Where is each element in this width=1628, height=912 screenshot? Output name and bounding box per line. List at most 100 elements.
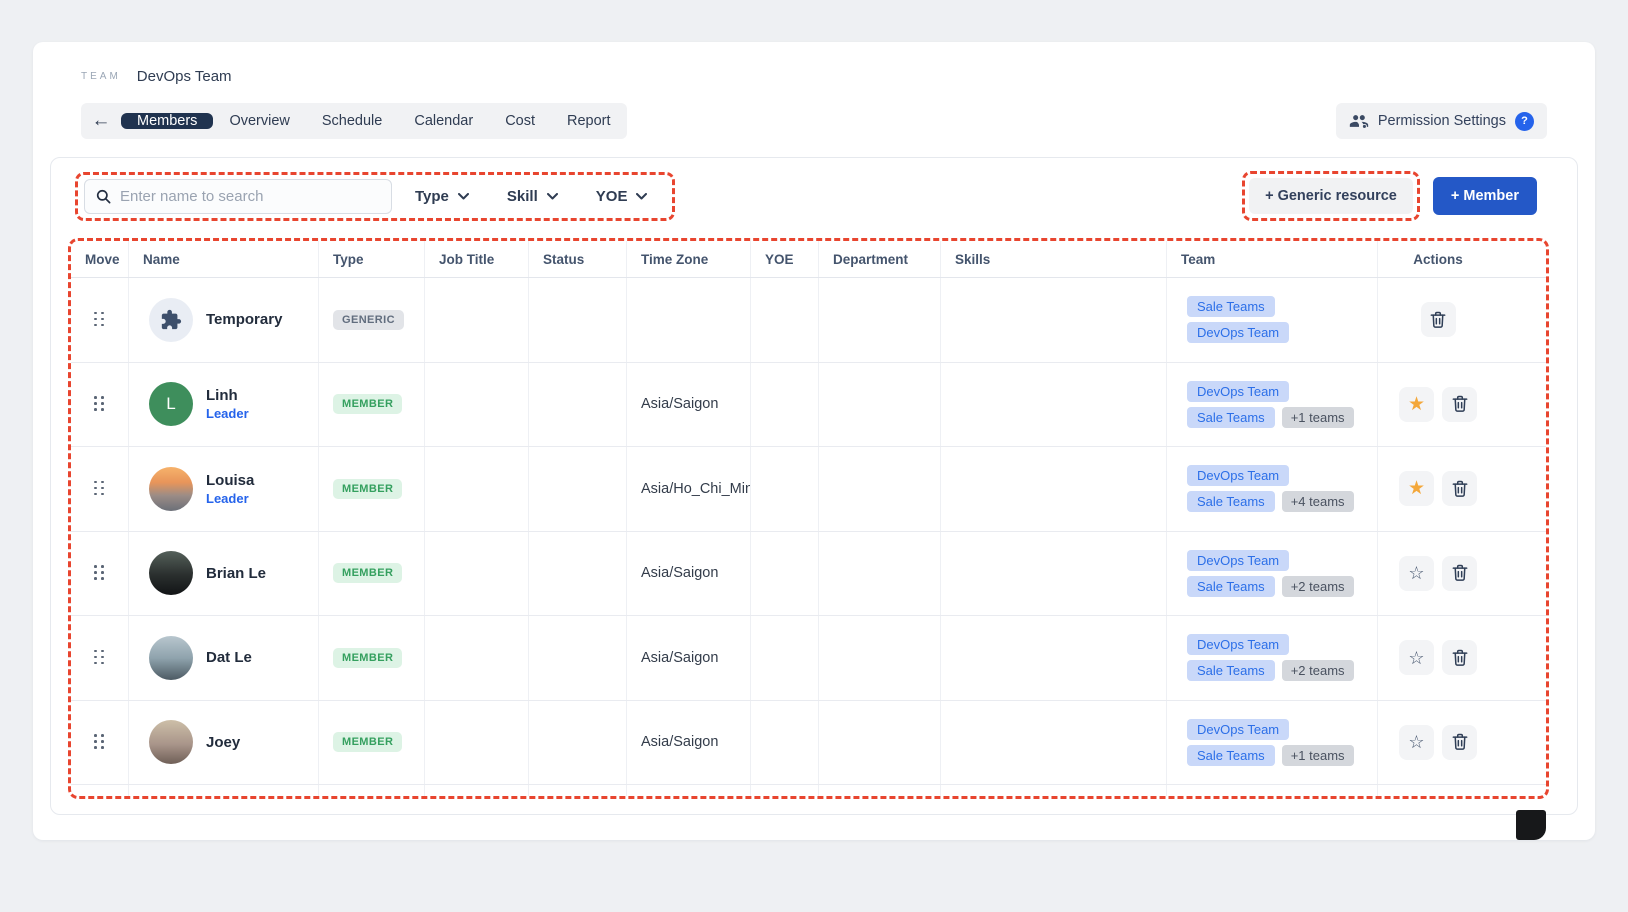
job-title-cell bbox=[425, 278, 529, 362]
team-tag[interactable]: Sale Teams bbox=[1187, 491, 1275, 512]
more-teams-tag[interactable]: +2 teams bbox=[1282, 576, 1354, 597]
column-header-name: Name bbox=[129, 241, 319, 277]
department-cell bbox=[819, 616, 941, 700]
drag-handle-icon[interactable] bbox=[94, 734, 105, 750]
drag-handle-icon[interactable] bbox=[94, 565, 105, 581]
actions-cell: ☆ bbox=[1378, 532, 1498, 616]
tab-calendar[interactable]: Calendar bbox=[398, 113, 489, 129]
team-tag[interactable]: DevOps Team bbox=[1187, 634, 1289, 655]
yoe-cell bbox=[751, 701, 819, 785]
page-title: DevOps Team bbox=[137, 68, 232, 85]
delete-button[interactable] bbox=[1442, 725, 1477, 760]
delete-button[interactable] bbox=[1442, 640, 1477, 675]
column-header-yoe: YOE bbox=[751, 241, 819, 277]
team-tag[interactable]: Sale Teams bbox=[1187, 576, 1275, 597]
skills-cell bbox=[941, 278, 1167, 362]
drag-handle-icon[interactable] bbox=[94, 396, 105, 412]
star-outline-button[interactable]: ☆ bbox=[1399, 725, 1434, 760]
name-stack: Brian Le bbox=[206, 565, 266, 582]
tab-report[interactable]: Report bbox=[551, 113, 627, 129]
delete-button[interactable] bbox=[1442, 387, 1477, 422]
skills-cell bbox=[941, 532, 1167, 616]
team-tag[interactable]: DevOps Team bbox=[1187, 381, 1289, 402]
search-input[interactable] bbox=[120, 188, 381, 205]
puzzle-avatar-icon bbox=[149, 298, 193, 342]
tab-cost[interactable]: Cost bbox=[489, 113, 551, 129]
move-cell bbox=[71, 532, 129, 616]
team-tag[interactable]: DevOps Team bbox=[1187, 322, 1289, 343]
drag-handle-icon[interactable] bbox=[94, 312, 105, 328]
actions-cell: ☆ bbox=[1378, 616, 1498, 700]
delete-button[interactable] bbox=[1442, 556, 1477, 591]
members-table: MoveNameTypeJob TitleStatusTime ZoneYOED… bbox=[68, 238, 1549, 799]
team-cell: Sale Teams DevOps Team bbox=[1167, 278, 1378, 362]
back-button[interactable]: ← bbox=[81, 103, 121, 139]
star-filled-button[interactable]: ★ bbox=[1399, 387, 1434, 422]
time-zone-cell bbox=[627, 278, 751, 362]
filter-dropdown-yoe[interactable]: YOE bbox=[577, 179, 667, 214]
initial-avatar: L bbox=[149, 382, 193, 426]
add-generic-resource-button[interactable]: + Generic resource bbox=[1249, 178, 1413, 214]
department-cell bbox=[819, 447, 941, 531]
title-row: TEAM DevOps Team bbox=[81, 68, 1547, 85]
search-box[interactable] bbox=[84, 179, 392, 214]
drag-handle-icon[interactable] bbox=[94, 481, 105, 497]
star-outline-button[interactable]: ☆ bbox=[1399, 640, 1434, 675]
more-teams-tag[interactable]: +1 teams bbox=[1282, 745, 1354, 766]
photo-avatar bbox=[149, 551, 193, 595]
star-outline-button[interactable]: ☆ bbox=[1399, 556, 1434, 591]
tab-schedule[interactable]: Schedule bbox=[306, 113, 398, 129]
trash-icon bbox=[1450, 394, 1470, 414]
team-tag[interactable]: DevOps Team bbox=[1187, 550, 1289, 571]
more-teams-tag[interactable]: +2 teams bbox=[1282, 660, 1354, 681]
delete-button[interactable] bbox=[1421, 302, 1456, 337]
drag-handle-icon[interactable] bbox=[94, 650, 105, 666]
star-icon: ★ bbox=[1408, 395, 1425, 414]
tab-members[interactable]: Members bbox=[121, 113, 213, 129]
type-badge: MEMBER bbox=[333, 479, 402, 499]
add-member-button[interactable]: + Member bbox=[1433, 177, 1537, 215]
member-name: Dat Le bbox=[206, 649, 252, 666]
more-teams-tag[interactable]: +4 teams bbox=[1282, 491, 1354, 512]
delete-button[interactable] bbox=[1442, 471, 1477, 506]
star-filled-button[interactable]: ★ bbox=[1399, 471, 1434, 506]
yoe-cell bbox=[751, 616, 819, 700]
filter-dropdown-skill[interactable]: Skill bbox=[488, 179, 577, 214]
time-zone-cell: Asia/Ho_Chi_Minh bbox=[627, 447, 751, 531]
name-stack: LouisaLeader bbox=[206, 472, 254, 506]
photo-avatar bbox=[149, 467, 193, 511]
type-badge: MEMBER bbox=[333, 563, 402, 583]
column-header-time-zone: Time Zone bbox=[627, 241, 751, 277]
status-cell bbox=[529, 447, 627, 531]
job-title-cell bbox=[425, 532, 529, 616]
dropdown-label: YOE bbox=[596, 188, 628, 205]
filter-dropdown-type[interactable]: Type bbox=[396, 179, 488, 214]
type-cell: GENERIC bbox=[319, 278, 425, 362]
job-title-cell bbox=[425, 616, 529, 700]
table-row: LouisaLeader MEMBER Asia/Ho_Chi_Minh DevOps… bbox=[71, 447, 1546, 532]
column-header-department: Department bbox=[819, 241, 941, 277]
actions-cell: ☆ bbox=[1378, 701, 1498, 785]
department-cell bbox=[819, 363, 941, 447]
column-header-status: Status bbox=[529, 241, 627, 277]
trash-icon bbox=[1450, 732, 1470, 752]
name-stack: Temporary bbox=[206, 311, 282, 328]
name-cell: Brian Le bbox=[129, 532, 319, 616]
permission-settings-button[interactable]: Permission Settings ? bbox=[1336, 103, 1547, 139]
team-tag[interactable]: Sale Teams bbox=[1187, 407, 1275, 428]
help-icon[interactable]: ? bbox=[1515, 112, 1534, 131]
trash-icon bbox=[1450, 648, 1470, 668]
name-cell: Joey bbox=[129, 701, 319, 785]
department-cell bbox=[819, 701, 941, 785]
tab-overview[interactable]: Overview bbox=[213, 113, 305, 129]
team-tag[interactable]: DevOps Team bbox=[1187, 465, 1289, 486]
more-teams-tag[interactable]: +1 teams bbox=[1282, 407, 1354, 428]
team-tag[interactable]: Sale Teams bbox=[1187, 660, 1275, 681]
team-tag[interactable]: Sale Teams bbox=[1187, 296, 1275, 317]
filter-group-annotation: TypeSkill YOE bbox=[75, 172, 675, 221]
status-cell bbox=[529, 363, 627, 447]
team-tag[interactable]: Sale Teams bbox=[1187, 745, 1275, 766]
status-cell bbox=[529, 701, 627, 785]
team-tag[interactable]: DevOps Team bbox=[1187, 719, 1289, 740]
team-label: TEAM bbox=[81, 71, 121, 82]
